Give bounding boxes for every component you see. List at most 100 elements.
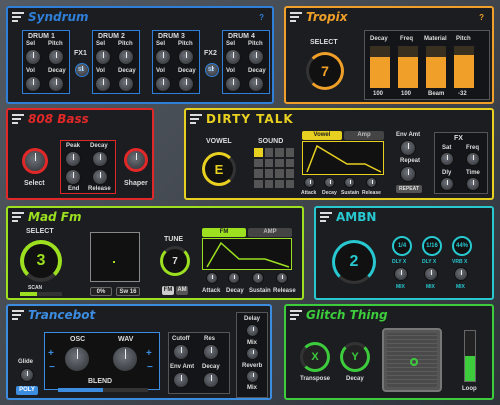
sound-grid[interactable]	[254, 148, 294, 188]
poly-button[interactable]: POLY	[16, 386, 38, 395]
drum-1-vol-knob[interactable]	[25, 76, 41, 92]
sound-cell[interactable]	[275, 148, 284, 157]
bass808-end-knob[interactable]	[65, 169, 81, 185]
osc-knob[interactable]	[64, 346, 90, 372]
glide-knob[interactable]	[20, 368, 34, 382]
mad-fm-sw-select[interactable]: Sw 16	[116, 287, 140, 296]
sound-cell[interactable]	[275, 179, 284, 188]
dirty-talk-sustain-knob[interactable]	[344, 177, 355, 188]
bass808-release-knob[interactable]	[92, 169, 108, 185]
mad-fm-percent-display[interactable]: 0%	[90, 287, 112, 296]
env-amt-knob[interactable]	[400, 140, 416, 156]
sound-cell[interactable]	[254, 148, 263, 157]
bass808-select-knob[interactable]	[22, 148, 48, 174]
scan-slider[interactable]	[20, 292, 62, 296]
ambn-rate-3[interactable]: 44%	[452, 236, 472, 256]
delay-mix-knob[interactable]	[246, 347, 259, 360]
syndrum-help-icon[interactable]: ?	[259, 13, 264, 22]
sound-cell[interactable]	[285, 179, 294, 188]
drum-4-decay-knob[interactable]	[248, 76, 264, 92]
sound-cell[interactable]	[275, 158, 284, 167]
ambn-rate-2[interactable]: 1/16	[422, 236, 442, 256]
mad-fm-attack-knob[interactable]	[206, 272, 218, 284]
drum-3-vol-knob[interactable]	[155, 76, 171, 92]
sound-cell[interactable]	[285, 169, 294, 178]
sound-cell[interactable]	[254, 158, 263, 167]
fm-button[interactable]: FM	[162, 286, 174, 295]
sound-cell[interactable]	[285, 158, 294, 167]
drum-4-pitch-knob[interactable]	[248, 49, 264, 65]
ambn-mix-1-knob[interactable]	[394, 267, 408, 281]
tropix-bar-4-track[interactable]	[454, 46, 474, 88]
dirty-talk-release-knob[interactable]	[366, 177, 377, 188]
bass808-decay-knob[interactable]	[92, 151, 108, 167]
reverb-knob[interactable]	[246, 370, 259, 383]
tropix-bar-2-track[interactable]	[398, 46, 418, 88]
xy-pad-cursor[interactable]	[410, 358, 418, 366]
mad-fm-tab-fm[interactable]: FM	[202, 228, 246, 237]
trancebot-env-amt-knob[interactable]	[173, 372, 189, 388]
sound-cell[interactable]	[264, 169, 273, 178]
fx-dly-knob[interactable]	[440, 177, 454, 191]
blend-slider[interactable]	[58, 388, 148, 392]
drum-1-pitch-knob[interactable]	[48, 49, 64, 65]
dirty-talk-tab-amp[interactable]: Amp	[344, 131, 384, 140]
drum-2-vol-knob[interactable]	[95, 76, 111, 92]
drum-2-pitch-knob[interactable]	[118, 49, 134, 65]
ambn-rate-1[interactable]: 1/4	[392, 236, 412, 256]
cutoff-knob[interactable]	[173, 344, 189, 360]
sound-cell[interactable]	[264, 148, 273, 157]
mad-fm-decay-knob[interactable]	[228, 272, 240, 284]
am-button[interactable]: AM	[176, 286, 188, 295]
mad-fm-select-dial[interactable]: 3	[20, 240, 62, 282]
sound-cell[interactable]	[254, 179, 263, 188]
sound-cell[interactable]	[275, 169, 284, 178]
tropix-select-dial[interactable]: 7	[306, 52, 344, 90]
osc-minus-icon[interactable]: −	[49, 362, 55, 373]
drum-2-decay-knob[interactable]	[118, 76, 134, 92]
ambn-select-dial[interactable]: 2	[332, 240, 376, 284]
bass808-peak-knob[interactable]	[65, 151, 81, 167]
bass808-shaper-knob[interactable]	[124, 148, 148, 172]
mad-fm-release-knob[interactable]	[276, 272, 288, 284]
repeat-knob[interactable]	[400, 166, 416, 182]
xy-pad[interactable]	[382, 328, 442, 392]
drum-3-decay-knob[interactable]	[178, 76, 194, 92]
tropix-help-icon[interactable]: ?	[479, 13, 484, 22]
transpose-dial[interactable]: X	[300, 342, 330, 372]
sound-cell[interactable]	[254, 169, 263, 178]
delay-knob[interactable]	[246, 324, 259, 337]
tropix-bar-3-track[interactable]	[426, 46, 446, 88]
glitch-decay-dial[interactable]: Y	[340, 342, 370, 372]
res-knob[interactable]	[203, 344, 219, 360]
wav-minus-icon[interactable]: −	[147, 362, 153, 373]
drum-1-sel-knob[interactable]	[25, 49, 41, 65]
loop-meter[interactable]	[464, 330, 476, 382]
wav-plus-icon[interactable]: +	[146, 348, 152, 359]
trancebot-decay-knob[interactable]	[203, 372, 219, 388]
tune-dial[interactable]: 7	[160, 246, 190, 276]
ambn-mix-3-knob[interactable]	[454, 267, 468, 281]
drum-3-sel-knob[interactable]	[155, 49, 171, 65]
fx-time-knob[interactable]	[466, 177, 480, 191]
fx-freq-knob[interactable]	[466, 152, 480, 166]
ambn-mix-2-knob[interactable]	[424, 267, 438, 281]
mad-fm-sustain-knob[interactable]	[252, 272, 264, 284]
drum-2-sel-knob[interactable]	[95, 49, 111, 65]
repeat-button[interactable]: REPEAT	[396, 185, 422, 193]
wav-knob[interactable]	[112, 346, 138, 372]
fx-sat-knob[interactable]	[440, 152, 454, 166]
mad-fm-tab-amp[interactable]: AMP	[248, 228, 292, 237]
drum-3-pitch-knob[interactable]	[178, 49, 194, 65]
dirty-talk-attack-knob[interactable]	[304, 177, 315, 188]
tropix-bar-1-track[interactable]	[370, 46, 390, 88]
sound-cell[interactable]	[285, 148, 294, 157]
drum-4-sel-knob[interactable]	[225, 49, 241, 65]
sound-cell[interactable]	[264, 158, 273, 167]
drum-4-vol-knob[interactable]	[225, 76, 241, 92]
vowel-dial[interactable]: E	[202, 152, 236, 186]
osc-plus-icon[interactable]: +	[48, 348, 54, 359]
dirty-talk-decay-knob[interactable]	[324, 177, 335, 188]
dirty-talk-tab-vowel[interactable]: Vowel	[302, 131, 342, 140]
sound-cell[interactable]	[264, 179, 273, 188]
